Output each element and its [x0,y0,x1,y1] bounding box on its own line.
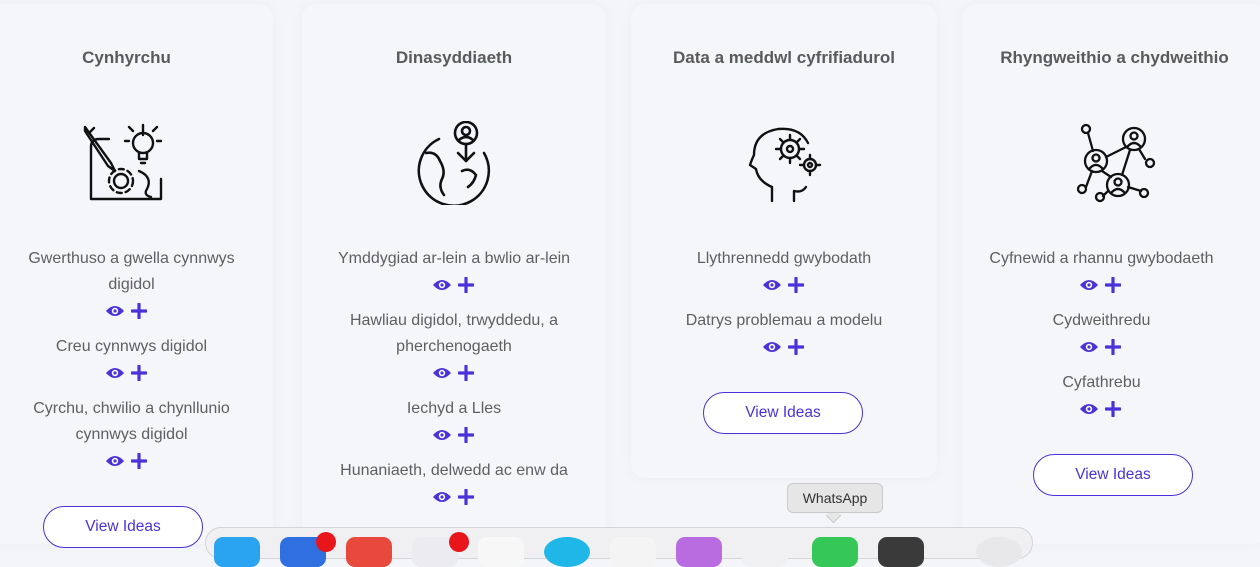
skill-label: Hawliau digidol, trwyddedu, a pherchenog… [349,312,559,355]
skill-label: Cyrchu, chwilio a chynllunio cynnwys dig… [33,400,230,443]
view-ideas-button[interactable]: View Ideas [703,392,863,434]
add-plus-icon[interactable] [129,451,149,471]
skill-list: Cyfnewid a rhannu gwybodaeth Cydweithred… [962,246,1260,432]
skill-label: Ymddygiad ar-lein a bwlio ar-lein [337,250,571,267]
skill-actions [631,272,937,298]
skill-item: Ymddygiad ar-lein a bwlio ar-lein [302,246,606,298]
skill-actions [302,422,606,448]
add-plus-icon[interactable] [786,275,806,295]
skill-item: Hunaniaeth, delwedd ac enw da [302,458,606,510]
skill-item: Cyfathrebu [962,370,1260,422]
view-eye-icon[interactable] [432,363,452,383]
skill-label: Creu cynnwys digidol [55,338,208,355]
photos-icon[interactable] [610,537,656,567]
skill-label: Iechyd a Lles [406,400,502,417]
app-icon[interactable] [742,537,788,567]
podcasts-icon[interactable] [676,537,722,567]
skill-item: Creu cynnwys digidol [0,334,273,386]
view-eye-icon[interactable] [105,301,125,321]
card-title: Cynhyrchu [82,48,171,67]
skill-label: Llythrennedd gwybodath [696,250,872,267]
view-eye-icon[interactable] [762,275,782,295]
design-plan-icon [83,123,163,201]
skill-actions [962,396,1260,422]
skill-actions [302,272,606,298]
skill-list: Llythrennedd gwybodath Datrys problemau … [631,246,937,370]
finder-icon[interactable] [214,537,260,567]
card-title: Rhyngweithio a chydweithio [1000,48,1229,67]
card-title: Dinasyddiaeth [395,48,513,67]
add-plus-icon[interactable] [1103,337,1123,357]
skill-item: Hawliau digidol, trwyddedu, a pherchenog… [302,308,606,386]
skill-actions [962,272,1260,298]
card-cynhyrchu: Cynhyrchu Gwerthuso a gwella cynnwys dig… [0,4,273,548]
skill-item: Cydweithredu [962,308,1260,360]
view-eye-icon[interactable] [105,451,125,471]
view-eye-icon[interactable] [1079,399,1099,419]
skill-label: Cydweithredu [1052,312,1151,329]
messages-badge [449,532,469,552]
people-network-icon [1076,123,1156,203]
view-eye-icon[interactable] [432,425,452,445]
skill-item: Datrys problemau a modelu [631,308,937,360]
add-plus-icon[interactable] [456,425,476,445]
card-dinasyddiaeth: Dinasyddiaeth Ymddygiad ar-lein a bwlio … [302,4,606,544]
mail-badge [316,532,336,552]
skill-actions [962,334,1260,360]
view-eye-icon[interactable] [1079,337,1099,357]
head-gear-icon [748,127,822,203]
view-eye-icon[interactable] [432,487,452,507]
skill-item: Llythrennedd gwybodath [631,246,937,298]
add-plus-icon[interactable] [786,337,806,357]
whatsapp-icon[interactable] [812,537,858,567]
skill-list: Gwerthuso a gwella cynnwys digidol Creu … [0,246,273,484]
add-plus-icon[interactable] [456,363,476,383]
add-plus-icon[interactable] [129,363,149,383]
skill-actions [631,334,937,360]
add-plus-icon[interactable] [1103,399,1123,419]
view-ideas-button[interactable]: View Ideas [1033,454,1193,496]
skill-item: Cyrchu, chwilio a chynllunio cynnwys dig… [0,396,273,474]
calendar-icon[interactable] [346,537,392,567]
view-eye-icon[interactable] [105,363,125,383]
dock-tooltip: WhatsApp [787,483,883,513]
globe-person-icon [417,121,491,205]
add-plus-icon[interactable] [456,487,476,507]
add-plus-icon[interactable] [1103,275,1123,295]
skill-item: Cyfnewid a rhannu gwybodaeth [962,246,1260,298]
card-rhyngweithio: Rhyngweithio a chydweithio Cyfnewid a rh… [962,4,1260,544]
skill-actions [0,298,273,324]
skill-actions [0,360,273,386]
safari-icon[interactable] [544,537,590,567]
skill-item: Iechyd a Lles [302,396,606,448]
add-plus-icon[interactable] [129,301,149,321]
skill-item: Gwerthuso a gwella cynnwys digidol [0,246,273,324]
skill-actions [302,484,606,510]
view-eye-icon[interactable] [432,275,452,295]
card-title: Data a meddwl cyfrifiadurol [673,48,895,67]
notes-icon[interactable] [478,537,524,567]
view-ideas-button[interactable]: View Ideas [43,506,203,548]
skill-actions [0,448,273,474]
skill-list: Ymddygiad ar-lein a bwlio ar-lein Hawlia… [302,246,606,520]
skill-label: Cyfathrebu [1062,374,1141,391]
skill-label: Cyfnewid a rhannu gwybodaeth [989,250,1214,267]
terminal-icon[interactable] [878,537,924,567]
add-plus-icon[interactable] [456,275,476,295]
trash-icon[interactable] [976,537,1022,567]
skill-label: Gwerthuso a gwella cynnwys digidol [28,250,235,293]
skill-actions [302,360,606,386]
skill-label: Datrys problemau a modelu [685,312,883,329]
view-eye-icon[interactable] [1079,275,1099,295]
skill-label: Hunaniaeth, delwedd ac enw da [340,462,568,479]
card-data-meddwl: Data a meddwl cyfrifiadurol Llythrennedd… [631,4,937,478]
view-eye-icon[interactable] [762,337,782,357]
